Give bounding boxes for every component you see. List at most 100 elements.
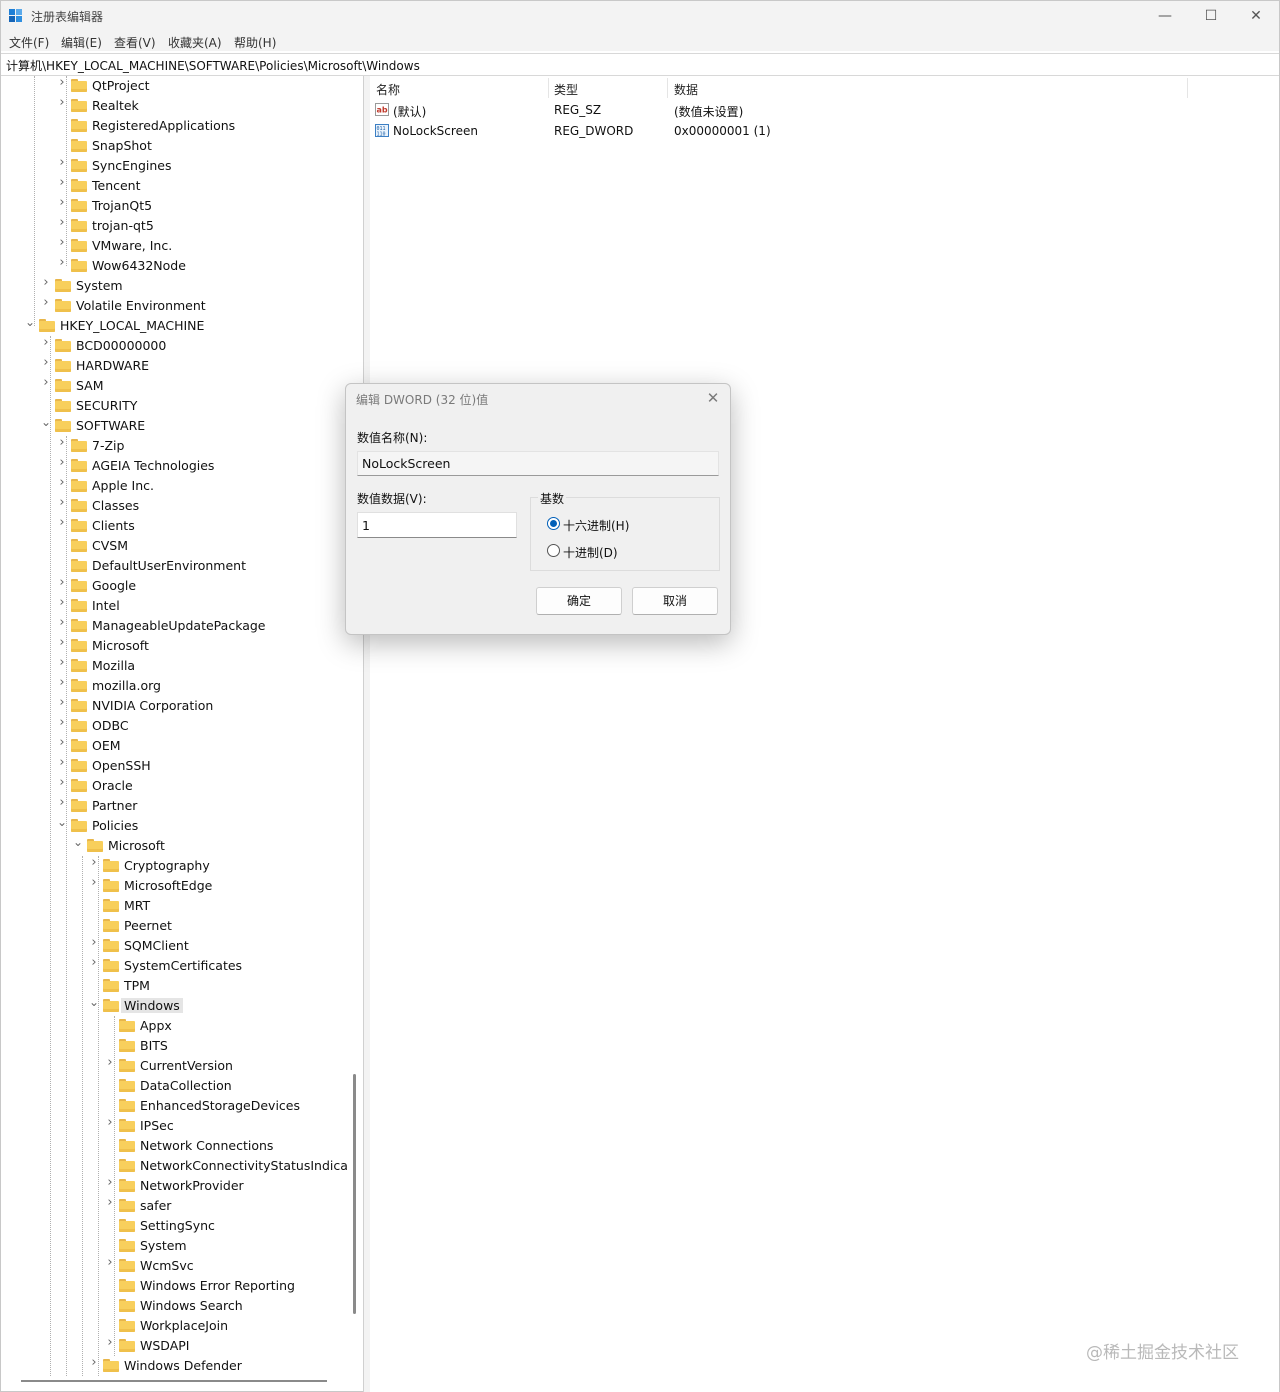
chevron-right-icon[interactable]: › <box>57 676 67 689</box>
tree-node-label[interactable]: SQMClient <box>124 938 189 953</box>
tree-node-label[interactable]: NVIDIA Corporation <box>92 698 213 713</box>
tree-node-label[interactable]: Partner <box>92 798 137 813</box>
tree-node-label[interactable]: Classes <box>92 498 139 513</box>
tree-node-label[interactable]: CurrentVersion <box>140 1058 233 1073</box>
tree-node[interactable]: › AGEIA Technologies <box>3 456 347 476</box>
address-path[interactable]: 计算机\HKEY_LOCAL_MACHINE\SOFTWARE\Policies… <box>6 57 420 74</box>
tree-node-label[interactable]: SettingSync <box>140 1218 215 1233</box>
tree-node-label[interactable]: OEM <box>92 738 121 753</box>
chevron-right-icon[interactable]: › <box>57 476 67 489</box>
chevron-right-icon[interactable]: › <box>89 856 99 869</box>
chevron-right-icon[interactable]: › <box>57 736 67 749</box>
column-data[interactable]: 数据 <box>674 81 698 98</box>
tree-node-label[interactable]: System <box>140 1238 187 1253</box>
chevron-right-icon[interactable]: › <box>57 196 67 209</box>
value-row[interactable]: ab (默认) REG_SZ (数值未设置) <box>370 100 1279 121</box>
decimal-radio[interactable] <box>547 544 560 557</box>
chevron-right-icon[interactable]: › <box>89 876 99 889</box>
chevron-right-icon[interactable]: › <box>57 516 67 529</box>
tree-node[interactable]: › SyncEngines <box>3 156 347 176</box>
chevron-right-icon[interactable]: › <box>57 776 67 789</box>
decimal-radio-label[interactable]: 十进制(D) <box>563 544 618 561</box>
tree-node[interactable]: › VMware, Inc. <box>3 236 347 256</box>
tree-node[interactable]: DefaultUserEnvironment <box>3 556 347 576</box>
tree-node[interactable]: EnhancedStorageDevices <box>3 1096 347 1116</box>
tree-node[interactable]: › QtProject <box>3 76 347 96</box>
column-separator[interactable] <box>1187 78 1188 98</box>
tree-node[interactable]: › NVIDIA Corporation <box>3 696 347 716</box>
chevron-down-icon[interactable]: ⌄ <box>25 316 35 328</box>
tree-node-label[interactable]: VMware, Inc. <box>92 238 172 253</box>
tree-node[interactable]: ⌄ Policies <box>3 816 347 836</box>
tree-node-label[interactable]: RegisteredApplications <box>92 118 235 133</box>
tree-node[interactable]: SnapShot <box>3 136 347 156</box>
tree-node-label[interactable]: TrojanQt5 <box>92 198 152 213</box>
tree-node[interactable]: SettingSync <box>3 1216 347 1236</box>
tree-node[interactable]: › BCD00000000 <box>3 336 347 356</box>
tree-node-label[interactable]: QtProject <box>92 78 150 93</box>
tree-node[interactable]: › OpenSSH <box>3 756 347 776</box>
chevron-right-icon[interactable]: › <box>105 1256 115 1269</box>
chevron-right-icon[interactable]: › <box>105 1116 115 1129</box>
chevron-right-icon[interactable]: › <box>57 216 67 229</box>
hex-radio[interactable] <box>547 517 560 530</box>
column-type[interactable]: 类型 <box>554 81 578 98</box>
tree-node[interactable]: › NetworkProvider <box>3 1176 347 1196</box>
tree-node[interactable]: › Tencent <box>3 176 347 196</box>
menu-view[interactable]: 查看(V) <box>114 34 156 51</box>
tree-node-label[interactable]: Intel <box>92 598 120 613</box>
chevron-right-icon[interactable]: › <box>57 636 67 649</box>
chevron-right-icon[interactable]: › <box>105 1056 115 1069</box>
tree-node[interactable]: BITS <box>3 1036 347 1056</box>
tree-node[interactable]: NetworkConnectivityStatusIndicator <box>3 1156 347 1176</box>
column-separator[interactable] <box>667 78 668 98</box>
tree-vertical-scrollbar[interactable] <box>353 1074 356 1314</box>
tree-node[interactable]: › Intel <box>3 596 347 616</box>
tree-node[interactable]: DataCollection <box>3 1076 347 1096</box>
tree-node-label[interactable]: 7-Zip <box>92 438 124 453</box>
tree-node[interactable]: › ManageableUpdatePackage <box>3 616 347 636</box>
chevron-right-icon[interactable]: › <box>57 176 67 189</box>
tree-node-label[interactable]: SystemCertificates <box>124 958 242 973</box>
chevron-right-icon[interactable]: › <box>57 496 67 509</box>
tree-node[interactable]: › Apple Inc. <box>3 476 347 496</box>
tree-node-label[interactable]: DefaultUserEnvironment <box>92 558 246 573</box>
tree-node[interactable]: › ODBC <box>3 716 347 736</box>
tree-node[interactable]: › WSDAPI <box>3 1336 347 1356</box>
tree-node[interactable]: › Partner <box>3 796 347 816</box>
tree-node-label[interactable]: Windows Defender <box>124 1358 242 1373</box>
tree-node[interactable]: › Microsoft <box>3 636 347 656</box>
tree-node[interactable]: › 7-Zip <box>3 436 347 456</box>
chevron-right-icon[interactable]: › <box>41 276 51 289</box>
tree-node-label[interactable]: System <box>76 278 123 293</box>
tree-node-label[interactable]: SyncEngines <box>92 158 171 173</box>
ok-button[interactable]: 确定 <box>536 587 622 615</box>
tree-node-label[interactable]: WSDAPI <box>140 1338 189 1353</box>
tree-node[interactable]: RegisteredApplications <box>3 116 347 136</box>
cancel-button[interactable]: 取消 <box>632 587 718 615</box>
tree-node[interactable]: › Volatile Environment <box>3 296 347 316</box>
chevron-right-icon[interactable]: › <box>57 156 67 169</box>
chevron-right-icon[interactable]: › <box>57 76 67 89</box>
tree-node[interactable]: Network Connections <box>3 1136 347 1156</box>
dialog-close-button[interactable]: ✕ <box>702 388 724 408</box>
chevron-right-icon[interactable]: › <box>57 436 67 449</box>
tree-node-label[interactable]: Google <box>92 578 136 593</box>
address-bar[interactable]: 计算机\HKEY_LOCAL_MACHINE\SOFTWARE\Policies… <box>1 53 1279 76</box>
chevron-right-icon[interactable]: › <box>57 796 67 809</box>
tree-node[interactable]: › Classes <box>3 496 347 516</box>
values-list[interactable]: 名称 类型 数据 ab (默认) REG_SZ (数值未设置) 011 110 … <box>370 76 1279 1392</box>
tree-node[interactable]: Windows Error Reporting <box>3 1276 347 1296</box>
tree-node[interactable]: › Wow6432Node <box>3 256 347 276</box>
chevron-down-icon[interactable]: ⌄ <box>41 416 51 428</box>
tree-node-label[interactable]: Policies <box>92 818 138 833</box>
tree-node-label[interactable]: Peernet <box>124 918 172 933</box>
tree-node-label[interactable]: Microsoft <box>108 838 165 853</box>
tree-node-label[interactable]: MRT <box>124 898 150 913</box>
tree-node-label[interactable]: Oracle <box>92 778 133 793</box>
tree-node-label[interactable]: WorkplaceJoin <box>140 1318 228 1333</box>
chevron-right-icon[interactable]: › <box>41 336 51 349</box>
tree-node[interactable]: ⌄ HKEY_LOCAL_MACHINE <box>3 316 347 336</box>
chevron-right-icon[interactable]: › <box>41 356 51 369</box>
tree-node-label[interactable]: SECURITY <box>76 398 137 413</box>
